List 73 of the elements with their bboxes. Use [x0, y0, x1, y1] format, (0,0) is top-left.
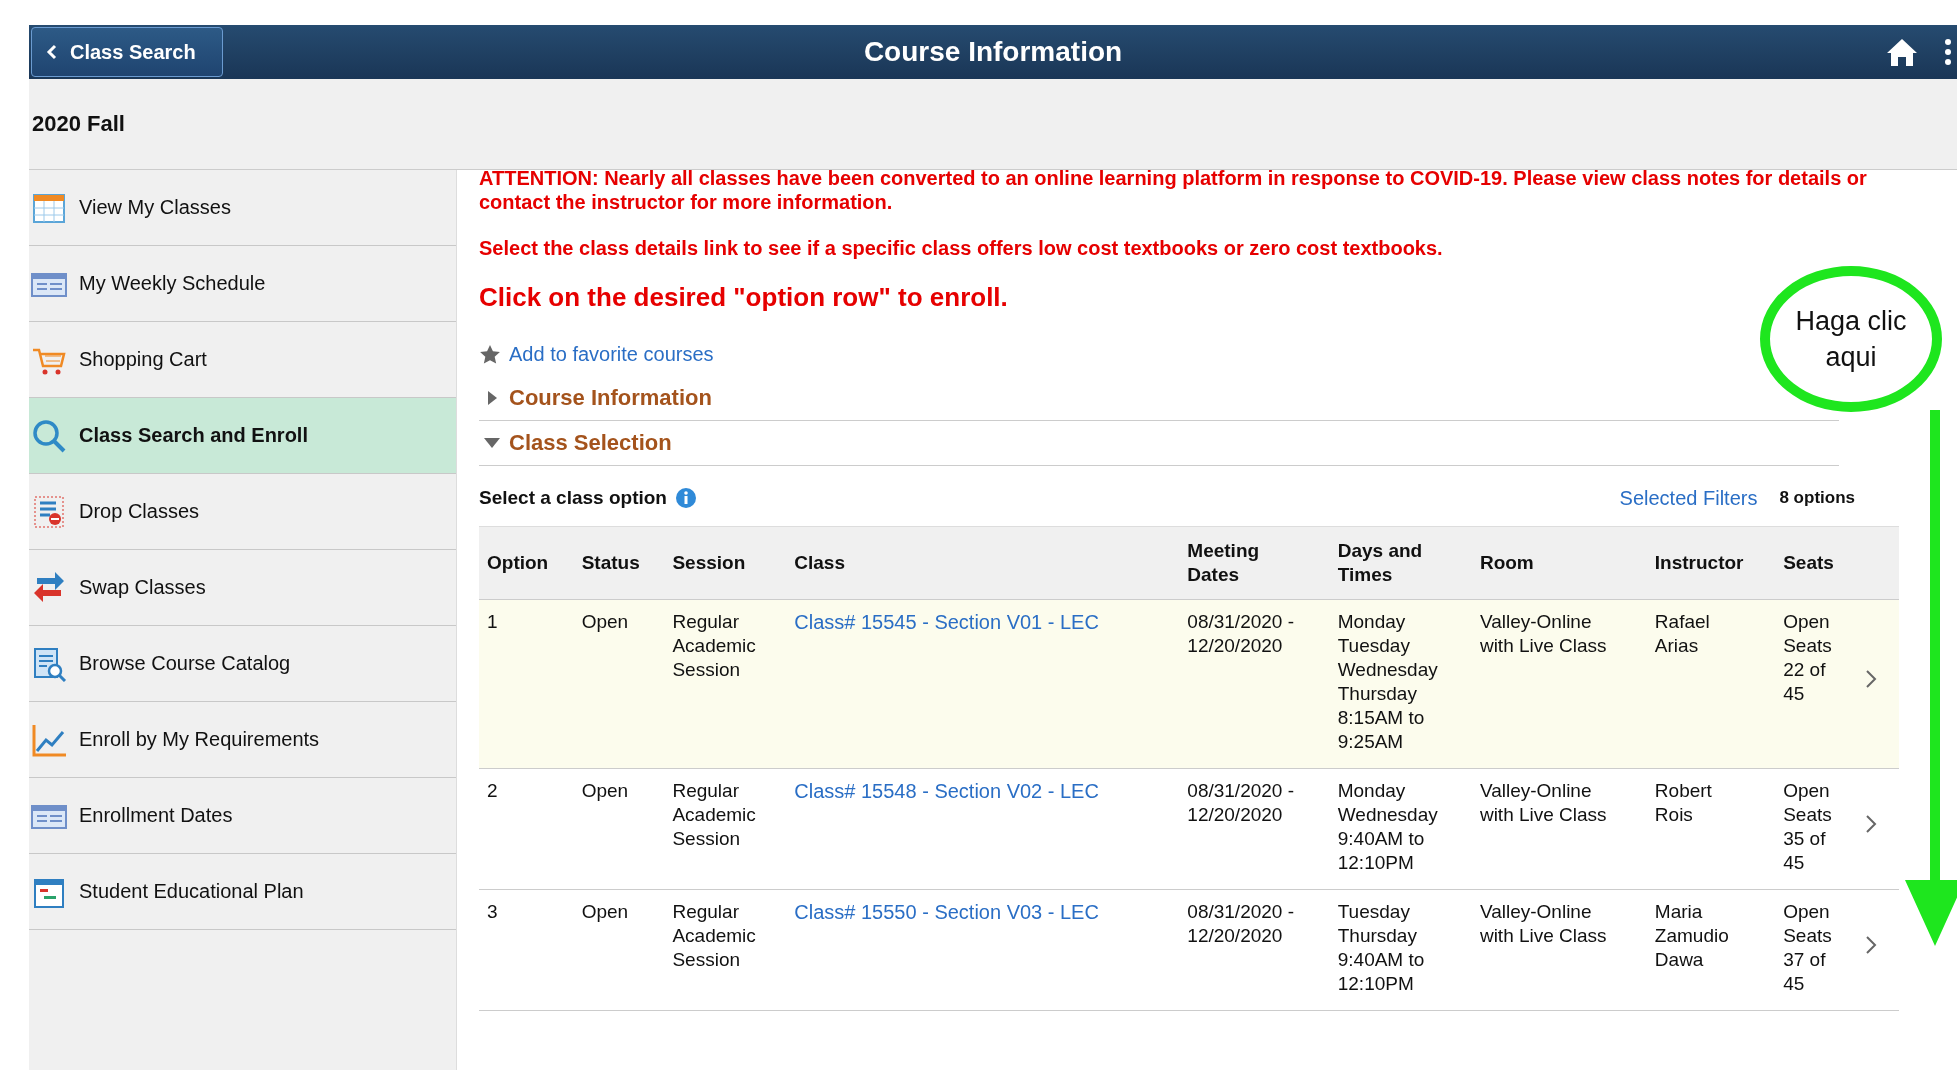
term-label: 2020 Fall — [32, 111, 125, 137]
sidebar-item[interactable]: View My Classes — [29, 170, 456, 246]
column-header: Meeting Dates — [1179, 526, 1330, 600]
table-cell: Regular Academic Session — [672, 780, 756, 849]
option-row[interactable]: 3 Open Regular Academic Session Class# 15550 - Section V03 - LEC 08/31/2020 - 12/20/2020 Tuesday Thursday 9:40AM to 12:10PM Valley-Online with Live Class Maria Zamudio Dawa Open Seats 37 of 45 — [479, 889, 1899, 1011]
option-row[interactable] — [479, 599, 1899, 769]
class-option-label: Select a class option — [479, 487, 667, 509]
column-header: Room — [1471, 526, 1647, 600]
table-cell: Tuesday Thursday 9:40AM to 12:10PM — [1337, 901, 1425, 994]
table-cell: Open Seats 22 of 45 — [1783, 611, 1832, 704]
table-cell: 2 — [487, 780, 498, 801]
table-cell: Open — [581, 901, 629, 922]
class-link[interactable]: Class# 15545 - Section V01 - LEC — [794, 611, 1099, 633]
sidebar-item[interactable]: Browse Course Catalog — [29, 626, 456, 702]
table-cell: Maria Zamudio Dawa — [1654, 901, 1729, 970]
caret-down-icon — [483, 437, 501, 449]
table-cell: 08/31/2020 - 12/20/2020 — [1187, 611, 1294, 656]
favorite-link[interactable]: Add to favorite courses — [509, 343, 714, 366]
table-cell: Robert Rois — [1654, 780, 1712, 825]
class-link[interactable]: Class# 15550 - Section V03 - LEC — [794, 901, 1099, 923]
notice-text: Select the class details link to see if a specific class offers low cost textbooks or zero cost textbooks. — [479, 236, 1444, 260]
star-icon — [479, 343, 501, 366]
table-cell: 1 — [487, 611, 498, 632]
section-toggle[interactable]: Course Information — [479, 385, 712, 411]
column-header: Session — [664, 526, 787, 600]
sidebar-item[interactable]: Student Educational Plan — [29, 854, 456, 930]
option-row[interactable]: 2 Open Regular Academic Session Class# 15548 - Section V02 - LEC 08/31/2020 - 12/20/2020 Monday Wednesday 9:40AM to 12:10PM Valley-Online with Live Class Robert Rois Open Seats 35 of 45 — [479, 768, 1899, 890]
instruction-text: Click on the desired "option row" to enroll. — [479, 282, 1009, 313]
class-link[interactable]: Class# 15548 - Section V02 - LEC — [794, 780, 1099, 802]
column-header: Days and Times — [1329, 526, 1472, 600]
table-cell: Regular Academic Session — [672, 611, 756, 680]
column-header: Class — [786, 526, 1180, 600]
search-icon — [31, 417, 67, 454]
sidebar-item[interactable]: Class Search and Enroll — [29, 398, 456, 474]
table-cell: Valley-Online with Live Class — [1479, 901, 1607, 946]
table-cell: Open — [581, 780, 629, 801]
sidebar-item[interactable]: Swap Classes — [29, 550, 456, 626]
options-count: 8 options — [1779, 488, 1855, 508]
column-header: Option — [479, 526, 574, 600]
catalog-search-icon — [31, 645, 67, 682]
sidebar-item[interactable]: Enroll by My Requirements — [29, 702, 456, 778]
table-cell: 08/31/2020 - 12/20/2020 — [1187, 780, 1294, 825]
table-cell: Monday Wednesday 9:40AM to 12:10PM — [1337, 780, 1438, 873]
column-header: Status — [573, 526, 665, 600]
home-icon[interactable] — [1885, 37, 1919, 67]
table-cell: Open — [581, 611, 629, 632]
table-cell: Open Seats 35 of 45 — [1783, 780, 1832, 873]
back-button[interactable]: Class Search — [31, 27, 223, 77]
column-header: Seats — [1775, 526, 1857, 600]
chevron-left-icon — [46, 44, 58, 60]
sidebar-item[interactable]: Drop Classes — [29, 474, 456, 550]
callout-text: Haga clic aqui — [1795, 305, 1907, 374]
table-cell: 08/31/2020 - 12/20/2020 — [1187, 901, 1294, 946]
selected-filters-link[interactable]: Selected Filters — [1619, 486, 1758, 510]
sidebar-item[interactable]: Enrollment Dates — [29, 778, 456, 854]
sidebar-item[interactable]: My Weekly Schedule — [29, 246, 456, 322]
table-cell: Monday Tuesday Wednesday Thursday 8:15AM to 9:25AM — [1337, 611, 1438, 752]
chevron-right-icon — [1865, 669, 1877, 689]
more-menu-icon[interactable] — [1945, 38, 1951, 66]
chevron-right-icon — [1865, 935, 1877, 955]
column-header: Instructor — [1646, 526, 1776, 600]
chevron-right-icon — [1865, 814, 1877, 834]
table-cell: Open Seats 37 of 45 — [1783, 901, 1832, 994]
drop-list-icon — [31, 493, 67, 530]
table-cell: Regular Academic Session — [672, 901, 756, 970]
section-toggle[interactable]: Class Selection — [479, 430, 672, 456]
table-cell: 3 — [487, 901, 498, 922]
page-title: Course Information — [863, 36, 1123, 68]
notice-text: ATTENTION: Nearly all classes have been converted to an online learning platform in response to COVID-19. Please view class notes for details or contact the instructor for more information. — [479, 166, 1868, 214]
info-icon[interactable] — [674, 487, 697, 509]
table-cell: Rafael Arias — [1654, 611, 1710, 656]
table-cell: Valley-Online with Live Class — [1479, 611, 1607, 656]
table-cell: Valley-Online with Live Class — [1479, 780, 1607, 825]
